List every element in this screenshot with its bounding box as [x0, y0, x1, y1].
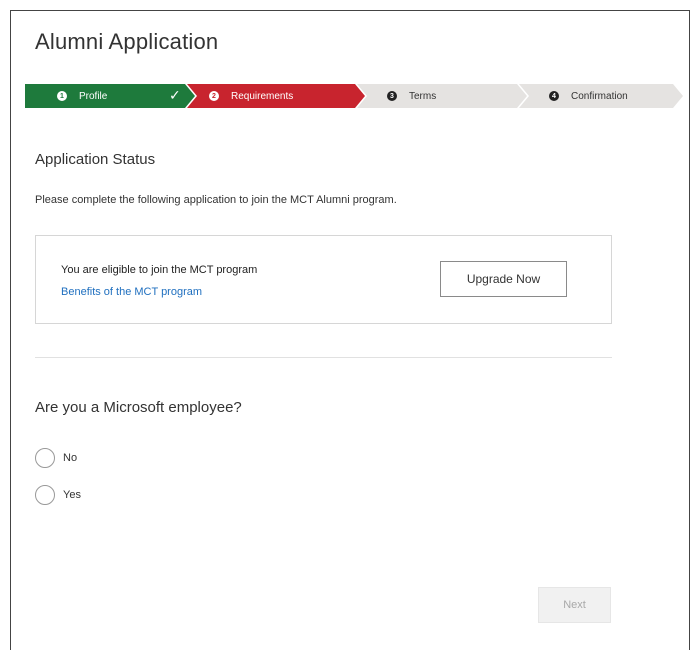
step-profile[interactable]: 1 Profile ✓: [25, 84, 195, 108]
step-label: Profile: [79, 90, 108, 102]
upgrade-now-button[interactable]: Upgrade Now: [440, 261, 567, 297]
step-number-badge: 3: [387, 91, 397, 101]
step-label: Confirmation: [571, 90, 628, 102]
step-terms[interactable]: 3 Terms: [357, 84, 527, 108]
step-confirmation[interactable]: 4 Confirmation: [519, 84, 683, 108]
application-window: Alumni Application 1 Profile ✓ 2 Require…: [10, 10, 690, 650]
section-heading: Application Status: [35, 151, 156, 168]
radio-button[interactable]: [35, 448, 55, 468]
next-button[interactable]: Next: [538, 587, 611, 623]
step-number-badge: 4: [549, 91, 559, 101]
divider: [35, 357, 612, 358]
step-number-badge: 1: [57, 91, 67, 101]
radio-option-yes[interactable]: Yes: [35, 485, 81, 505]
intro-text: Please complete the following applicatio…: [35, 194, 397, 206]
page-title: Alumni Application: [35, 29, 219, 54]
eligibility-message: You are eligible to join the MCT program: [61, 264, 258, 276]
checkmark-icon: ✓: [169, 87, 181, 103]
step-number-badge: 2: [209, 91, 219, 101]
question-label: Are you a Microsoft employee?: [35, 399, 242, 416]
radio-label: No: [63, 452, 78, 464]
step-requirements[interactable]: 2 Requirements: [187, 84, 365, 108]
radio-label: Yes: [63, 489, 81, 501]
eligibility-card: You are eligible to join the MCT program…: [35, 235, 612, 324]
progress-stepper: 1 Profile ✓ 2 Requirements 3 Terms 4 Con…: [25, 84, 683, 108]
radio-button[interactable]: [35, 485, 55, 505]
radio-option-no[interactable]: No: [35, 448, 77, 468]
step-label: Terms: [409, 90, 437, 102]
step-label: Requirements: [231, 90, 294, 102]
benefits-link[interactable]: Benefits of the MCT program: [61, 286, 202, 298]
